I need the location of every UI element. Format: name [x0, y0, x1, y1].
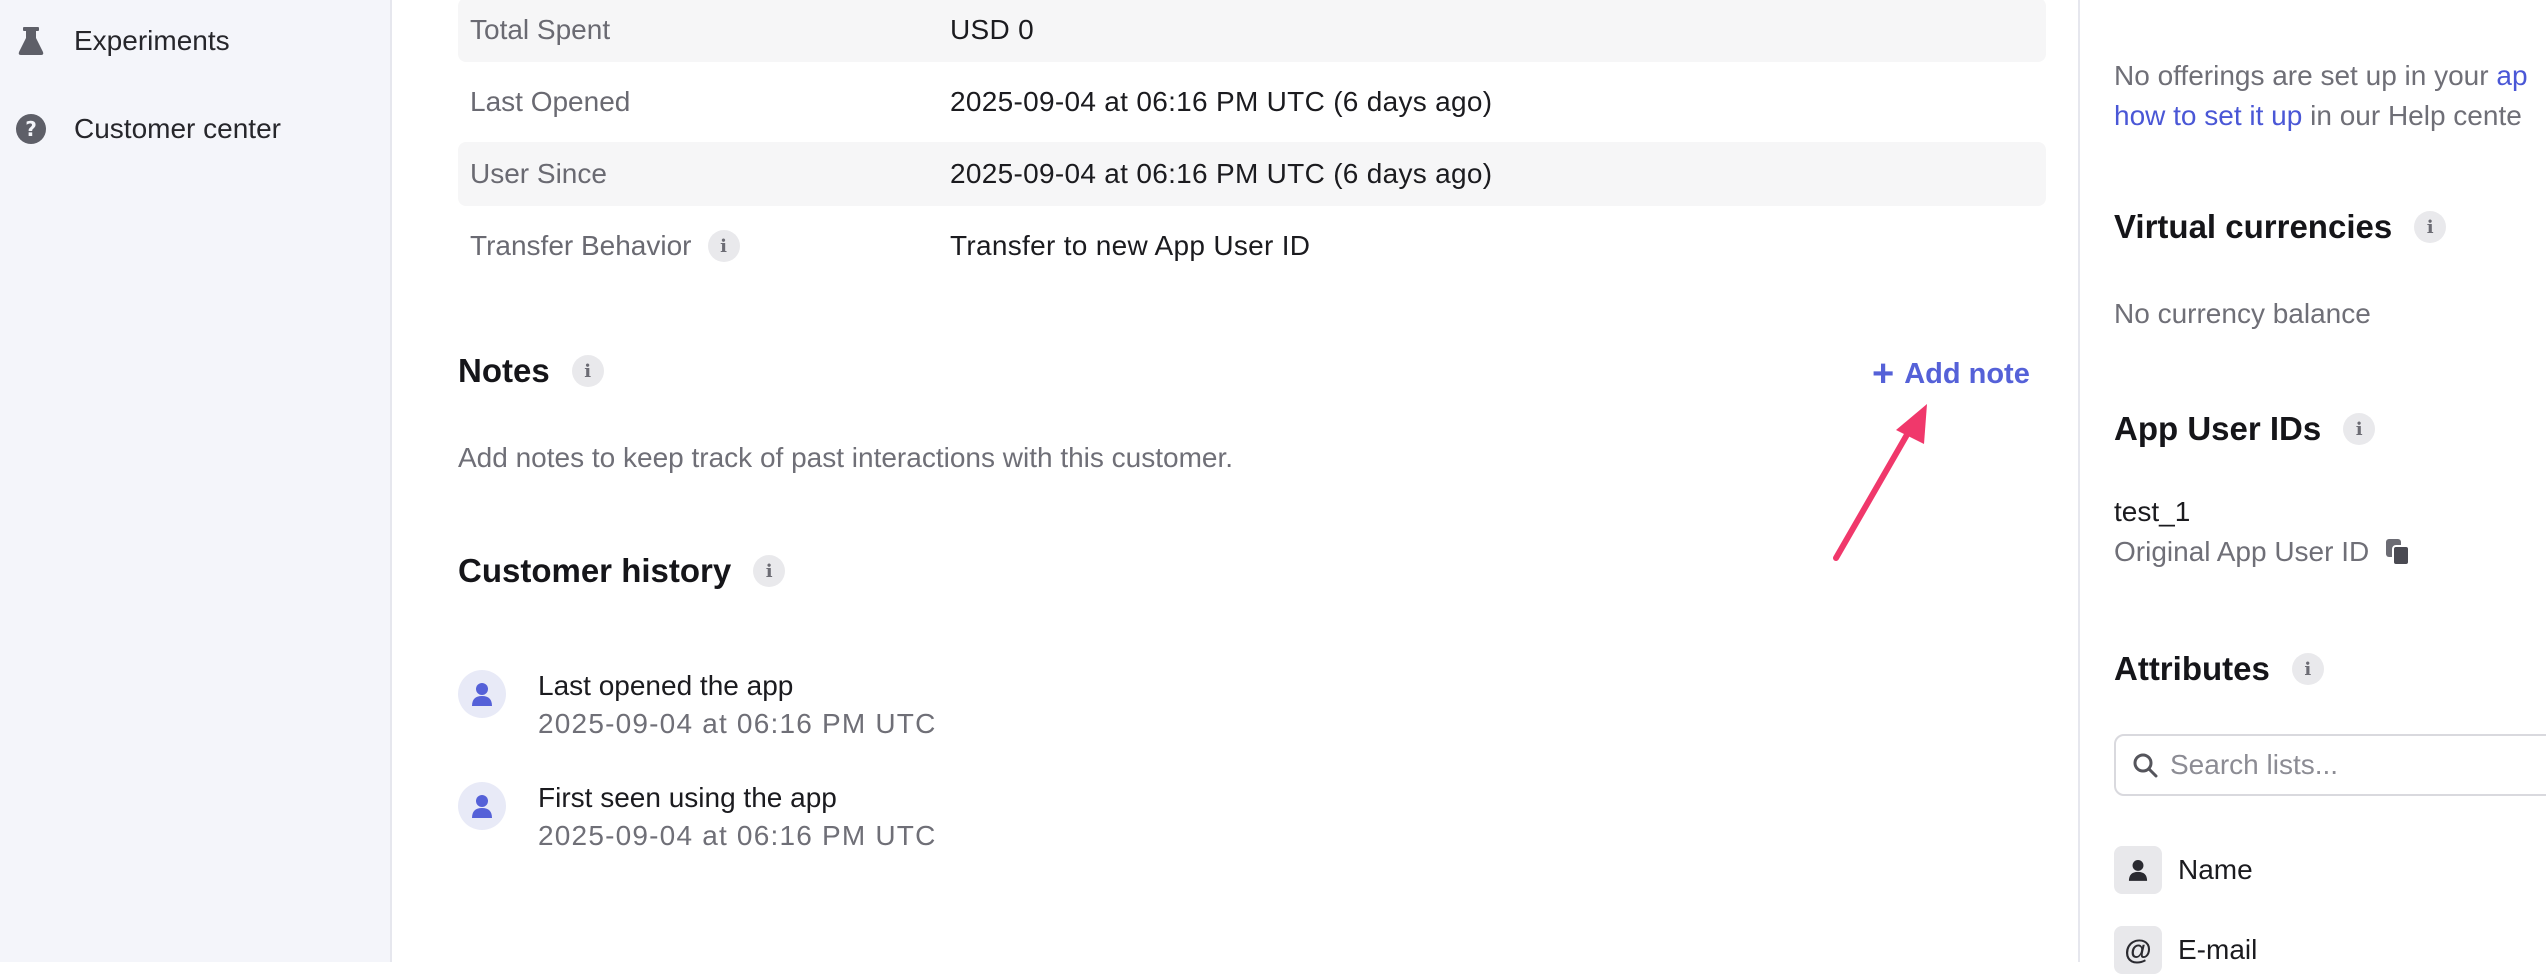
info-icon[interactable]: i — [571, 355, 604, 387]
notes-title: Notes — [458, 352, 550, 389]
offerings-text: in our Help cente — [2302, 100, 2522, 131]
search-input[interactable] — [2168, 748, 2546, 782]
detail-value: 2025-09-04 at 06:16 PM UTC (6 days ago) — [950, 86, 1493, 117]
attributes-search — [2114, 734, 2546, 796]
detail-value: USD 0 — [950, 14, 1034, 45]
history-event-time: 2025-09-04 at 06:16 PM UTC — [538, 708, 937, 739]
customer-history-heading: Customer history i — [458, 552, 786, 590]
info-icon[interactable]: i — [2343, 413, 2376, 445]
customer-detail-main: Total Spent USD 0 Last Opened 2025-09-04… — [392, 0, 2080, 962]
help-center-link[interactable]: how to set it up — [2114, 100, 2302, 131]
attribute-item-name[interactable]: Name — [2114, 846, 2253, 894]
flask-icon — [14, 24, 48, 58]
plus-icon: + — [1872, 353, 1895, 395]
annotation-arrow-icon — [1833, 404, 1927, 561]
add-note-button[interactable]: + Add note — [1872, 350, 2030, 398]
app-user-ids-title: App User IDs — [2114, 410, 2322, 447]
person-icon — [2114, 846, 2162, 894]
info-icon[interactable]: i — [2291, 653, 2324, 685]
history-event-time: 2025-09-04 at 06:16 PM UTC — [538, 820, 937, 851]
sidebar-item-experiments[interactable]: Experiments — [14, 11, 230, 71]
info-icon[interactable]: i — [753, 555, 786, 587]
sidebar: Experiments ? Customer center — [0, 0, 392, 962]
attributes-heading: Attributes i — [2114, 650, 2324, 688]
app-user-id-caption-row: Original App User ID — [2114, 536, 2411, 568]
sidebar-item-label: Customer center — [74, 113, 281, 144]
history-event: Last opened the app 2025-09-04 at 06:16 … — [458, 670, 1258, 760]
app-user-id-caption: Original App User ID — [2114, 536, 2370, 567]
svg-text:?: ? — [25, 117, 37, 141]
at-sign-icon: @ — [2114, 926, 2162, 974]
app-user-ids-heading: App User IDs i — [2114, 410, 2376, 448]
detail-label-text: Transfer Behavior — [470, 230, 692, 261]
history-event-title: First seen using the app — [538, 782, 837, 813]
notes-heading: Notes i — [458, 352, 604, 390]
offerings-empty-text: No offerings are set up in your ap how t… — [2114, 56, 2546, 136]
person-icon — [458, 782, 506, 830]
customer-history-title: Customer history — [458, 552, 732, 589]
attributes-title: Attributes — [2114, 650, 2270, 687]
history-event-title: Last opened the app — [538, 670, 794, 701]
attribute-item-email[interactable]: @ E-mail — [2114, 926, 2257, 974]
virtual-currencies-heading: Virtual currencies i — [2114, 208, 2447, 246]
detail-label: User Since — [470, 158, 607, 189]
add-note-label: Add note — [1904, 357, 2030, 390]
notes-empty-text: Add notes to keep track of past interact… — [458, 442, 1234, 473]
info-icon[interactable]: i — [2414, 211, 2447, 243]
attribute-label: E-mail — [2178, 934, 2258, 965]
question-circle-icon: ? — [14, 112, 48, 146]
detail-label: Total Spent — [470, 14, 611, 45]
attribute-label: Name — [2178, 854, 2253, 885]
copy-icon[interactable] — [2385, 538, 2411, 566]
detail-row-user-since: User Since 2025-09-04 at 06:16 PM UTC (6… — [458, 142, 2046, 206]
detail-row-last-opened: Last Opened 2025-09-04 at 06:16 PM UTC (… — [458, 70, 2046, 134]
right-panel: No offerings are set up in your ap how t… — [2078, 0, 2546, 974]
currency-balance-empty: No currency balance — [2114, 298, 2371, 329]
history-event: First seen using the app 2025-09-04 at 0… — [458, 782, 1258, 872]
app-settings-link[interactable]: ap — [2496, 60, 2527, 91]
detail-row-total-spent: Total Spent USD 0 — [458, 0, 2046, 62]
app-user-id-value: test_1 — [2114, 496, 2191, 527]
detail-label: Transfer Behavior i — [470, 214, 740, 278]
detail-row-transfer-behavior: Transfer Behavior i Transfer to new App … — [458, 214, 2046, 278]
search-icon — [2132, 752, 2158, 778]
detail-value: 2025-09-04 at 06:16 PM UTC (6 days ago) — [950, 158, 1493, 189]
detail-value: Transfer to new App User ID — [950, 230, 1311, 261]
sidebar-item-label: Experiments — [74, 25, 230, 56]
person-icon — [458, 670, 506, 718]
virtual-currencies-title: Virtual currencies — [2114, 208, 2393, 245]
offerings-text: No offerings are set up in your — [2114, 60, 2497, 91]
detail-label: Last Opened — [470, 86, 631, 117]
info-icon[interactable]: i — [707, 230, 740, 262]
sidebar-item-customer-center[interactable]: ? Customer center — [14, 99, 281, 159]
